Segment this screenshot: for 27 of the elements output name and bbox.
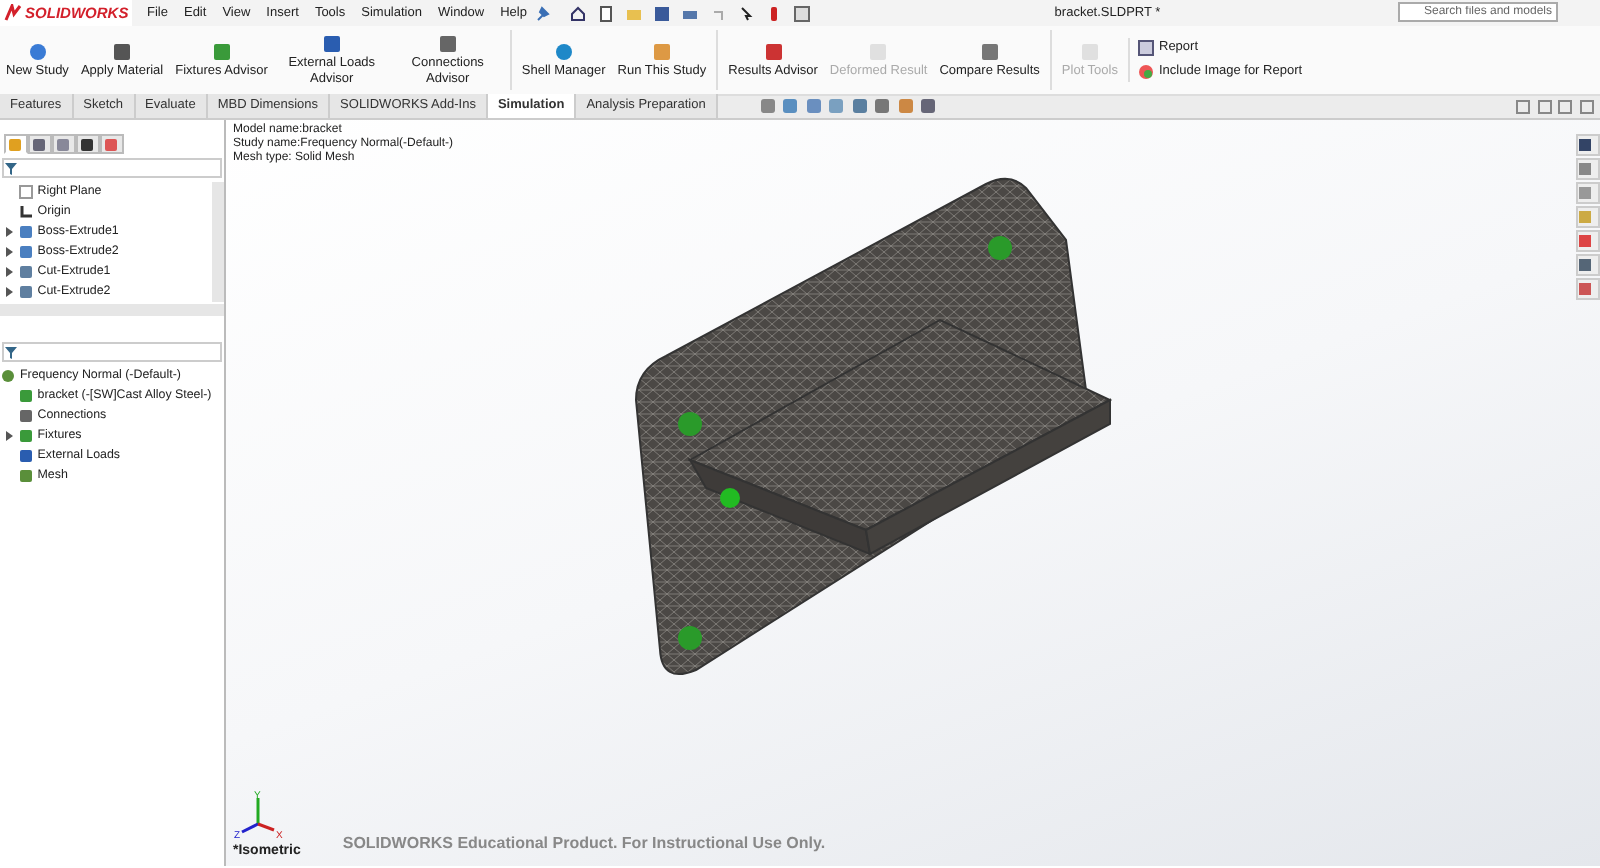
page-icon[interactable] [598,5,615,21]
origin-icon [17,204,34,220]
restore-icon[interactable] [1516,100,1530,115]
horizontal-scrollbar[interactable] [0,304,224,316]
panel-tab[interactable] [27,134,52,154]
maximize-icon[interactable] [1579,100,1593,115]
expand-caret-icon[interactable] [3,430,14,442]
expand-caret-icon[interactable] [3,286,14,298]
expand-caret-icon[interactable] [3,266,14,278]
logo-icon [3,4,22,22]
panel-tab[interactable] [75,134,100,154]
expand-caret-icon[interactable] [3,246,14,258]
report-icon [1137,40,1153,57]
study-icon [0,368,16,384]
educational-notice: SOLIDWORKS Educational Product. For Instructional Use Only. [342,831,826,856]
traffic-light-icon[interactable] [766,5,783,21]
tile-icon[interactable] [1537,100,1551,115]
vertical-scrollbar[interactable] [212,182,224,302]
disc-icon [553,41,574,62]
filter-icon [4,345,18,359]
expand-caret-icon[interactable] [3,226,14,238]
image-icon [1137,63,1153,80]
filter-icon [4,161,18,175]
plane-icon [17,184,34,200]
filter-field[interactable] [2,342,222,362]
filter-field[interactable] [2,158,222,178]
minimize-icon[interactable] [1558,100,1572,115]
